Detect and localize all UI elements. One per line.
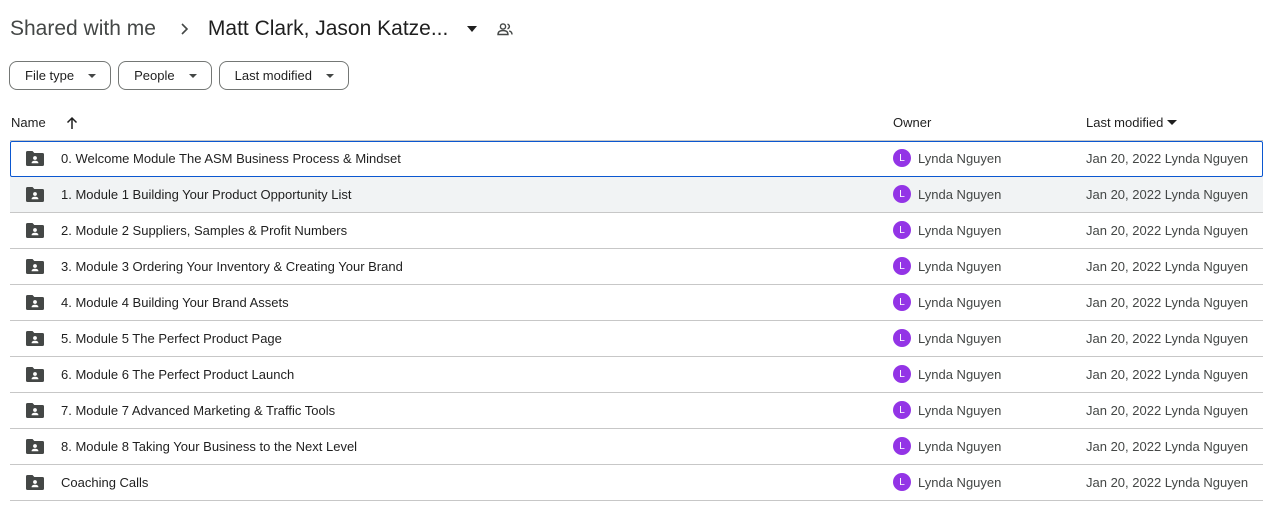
owner-name: Lynda Nguyen	[918, 366, 1002, 382]
shared-folder-icon	[26, 367, 44, 382]
owner-name: Lynda Nguyen	[918, 438, 1002, 454]
last-modified-value: Jan 20, 2022 Lynda Nguyen	[1086, 403, 1249, 418]
last-modified-value: Jan 20, 2022 Lynda Nguyen	[1086, 151, 1249, 166]
table-row[interactable]: 8. Module 8 Taking Your Business to the …	[10, 429, 1263, 465]
column-name[interactable]: Name	[11, 115, 79, 130]
owner-name: Lynda Nguyen	[918, 222, 1002, 238]
avatar: L	[893, 293, 911, 311]
filter-bar: File type People Last modified	[9, 61, 349, 90]
avatar: L	[893, 401, 911, 419]
filter-label: Last modified	[234, 68, 312, 83]
shared-folder-icon	[26, 187, 44, 202]
shared-folder-icon	[26, 475, 44, 490]
avatar: L	[893, 365, 911, 383]
file-name[interactable]: 8. Module 8 Taking Your Business to the …	[61, 439, 357, 454]
shared-folder-icon	[26, 331, 44, 346]
column-owner: Owner	[893, 115, 932, 130]
avatar: L	[893, 185, 911, 203]
column-last-modified[interactable]: Last modified	[1086, 115, 1178, 130]
breadcrumb-current-folder[interactable]: Matt Clark, Jason Katze...	[208, 17, 448, 41]
avatar: L	[893, 473, 911, 491]
file-name[interactable]: 1. Module 1 Building Your Product Opport…	[61, 187, 352, 202]
owner-cell: L Lynda Nguyen	[893, 401, 1001, 419]
file-name[interactable]: 2. Module 2 Suppliers, Samples & Profit …	[61, 223, 347, 238]
file-name[interactable]: 7. Module 7 Advanced Marketing & Traffic…	[61, 403, 335, 418]
owner-name: Lynda Nguyen	[918, 402, 1002, 418]
caret-down-icon	[1167, 120, 1178, 125]
caret-down-icon[interactable]	[467, 26, 478, 32]
avatar: L	[893, 437, 911, 455]
caret-down-icon	[88, 73, 97, 78]
file-name[interactable]: 0. Welcome Module The ASM Business Proce…	[61, 151, 401, 166]
breadcrumb: Shared with me Matt Clark, Jason Katze..…	[10, 14, 514, 44]
table-header: Name Owner Last modified	[10, 104, 1263, 141]
filter-last-modified[interactable]: Last modified	[218, 61, 349, 90]
last-modified-value: Jan 20, 2022 Lynda Nguyen	[1086, 223, 1249, 238]
filter-label: People	[134, 68, 175, 83]
filter-people[interactable]: People	[118, 61, 212, 90]
chevron-right-icon	[177, 22, 191, 36]
last-modified-value: Jan 20, 2022 Lynda Nguyen	[1086, 331, 1249, 346]
filter-file-type[interactable]: File type	[9, 61, 112, 90]
file-name[interactable]: 6. Module 6 The Perfect Product Launch	[61, 367, 294, 382]
file-rows: 0. Welcome Module The ASM Business Proce…	[10, 141, 1263, 501]
owner-name: Lynda Nguyen	[918, 150, 1002, 166]
owner-cell: L Lynda Nguyen	[893, 329, 1001, 347]
file-name[interactable]: 5. Module 5 The Perfect Product Page	[61, 331, 282, 346]
file-name[interactable]: Coaching Calls	[61, 475, 148, 490]
owner-cell: L Lynda Nguyen	[893, 473, 1001, 491]
filter-label: File type	[25, 68, 75, 83]
last-modified-value: Jan 20, 2022 Lynda Nguyen	[1086, 295, 1249, 310]
table-row[interactable]: 5. Module 5 The Perfect Product Page L L…	[10, 321, 1263, 357]
table-row[interactable]: 2. Module 2 Suppliers, Samples & Profit …	[10, 213, 1263, 249]
file-name[interactable]: 3. Module 3 Ordering Your Inventory & Cr…	[61, 259, 403, 274]
table-row[interactable]: 1. Module 1 Building Your Product Opport…	[10, 177, 1263, 213]
arrow-up-icon[interactable]	[65, 116, 79, 130]
owner-cell: L Lynda Nguyen	[893, 365, 1001, 383]
file-list: Name Owner Last modified 0. Welcome Modu…	[10, 104, 1263, 501]
owner-cell: L Lynda Nguyen	[893, 437, 1001, 455]
owner-name: Lynda Nguyen	[918, 330, 1002, 346]
last-modified-value: Jan 20, 2022 Lynda Nguyen	[1086, 439, 1249, 454]
avatar: L	[893, 149, 911, 167]
owner-name: Lynda Nguyen	[918, 186, 1002, 202]
last-modified-value: Jan 20, 2022 Lynda Nguyen	[1086, 367, 1249, 382]
table-row[interactable]: Coaching Calls L Lynda Nguyen Jan 20, 20…	[10, 465, 1263, 501]
shared-folder-icon	[26, 439, 44, 454]
shared-folder-icon	[26, 151, 44, 166]
shared-folder-icon	[26, 223, 44, 238]
table-row[interactable]: 0. Welcome Module The ASM Business Proce…	[10, 141, 1263, 177]
avatar: L	[893, 221, 911, 239]
owner-cell: L Lynda Nguyen	[893, 185, 1001, 203]
owner-cell: L Lynda Nguyen	[893, 293, 1001, 311]
table-row[interactable]: 7. Module 7 Advanced Marketing & Traffic…	[10, 393, 1263, 429]
last-modified-value: Jan 20, 2022 Lynda Nguyen	[1086, 475, 1249, 490]
table-row[interactable]: 4. Module 4 Building Your Brand Assets L…	[10, 285, 1263, 321]
caret-down-icon	[188, 73, 197, 78]
people-icon[interactable]	[497, 22, 514, 36]
avatar: L	[893, 329, 911, 347]
avatar: L	[893, 257, 911, 275]
shared-folder-icon	[26, 403, 44, 418]
owner-name: Lynda Nguyen	[918, 294, 1002, 310]
owner-name: Lynda Nguyen	[918, 258, 1002, 274]
table-row[interactable]: 6. Module 6 The Perfect Product Launch L…	[10, 357, 1263, 393]
owner-cell: L Lynda Nguyen	[893, 257, 1001, 275]
caret-down-icon	[325, 73, 334, 78]
file-name[interactable]: 4. Module 4 Building Your Brand Assets	[61, 295, 289, 310]
breadcrumb-shared-with-me[interactable]: Shared with me	[10, 17, 156, 41]
owner-name: Lynda Nguyen	[918, 474, 1002, 490]
last-modified-value: Jan 20, 2022 Lynda Nguyen	[1086, 187, 1249, 202]
owner-cell: L Lynda Nguyen	[893, 221, 1001, 239]
shared-folder-icon	[26, 295, 44, 310]
shared-folder-icon	[26, 259, 44, 274]
owner-cell: L Lynda Nguyen	[893, 149, 1001, 167]
table-row[interactable]: 3. Module 3 Ordering Your Inventory & Cr…	[10, 249, 1263, 285]
last-modified-value: Jan 20, 2022 Lynda Nguyen	[1086, 259, 1249, 274]
